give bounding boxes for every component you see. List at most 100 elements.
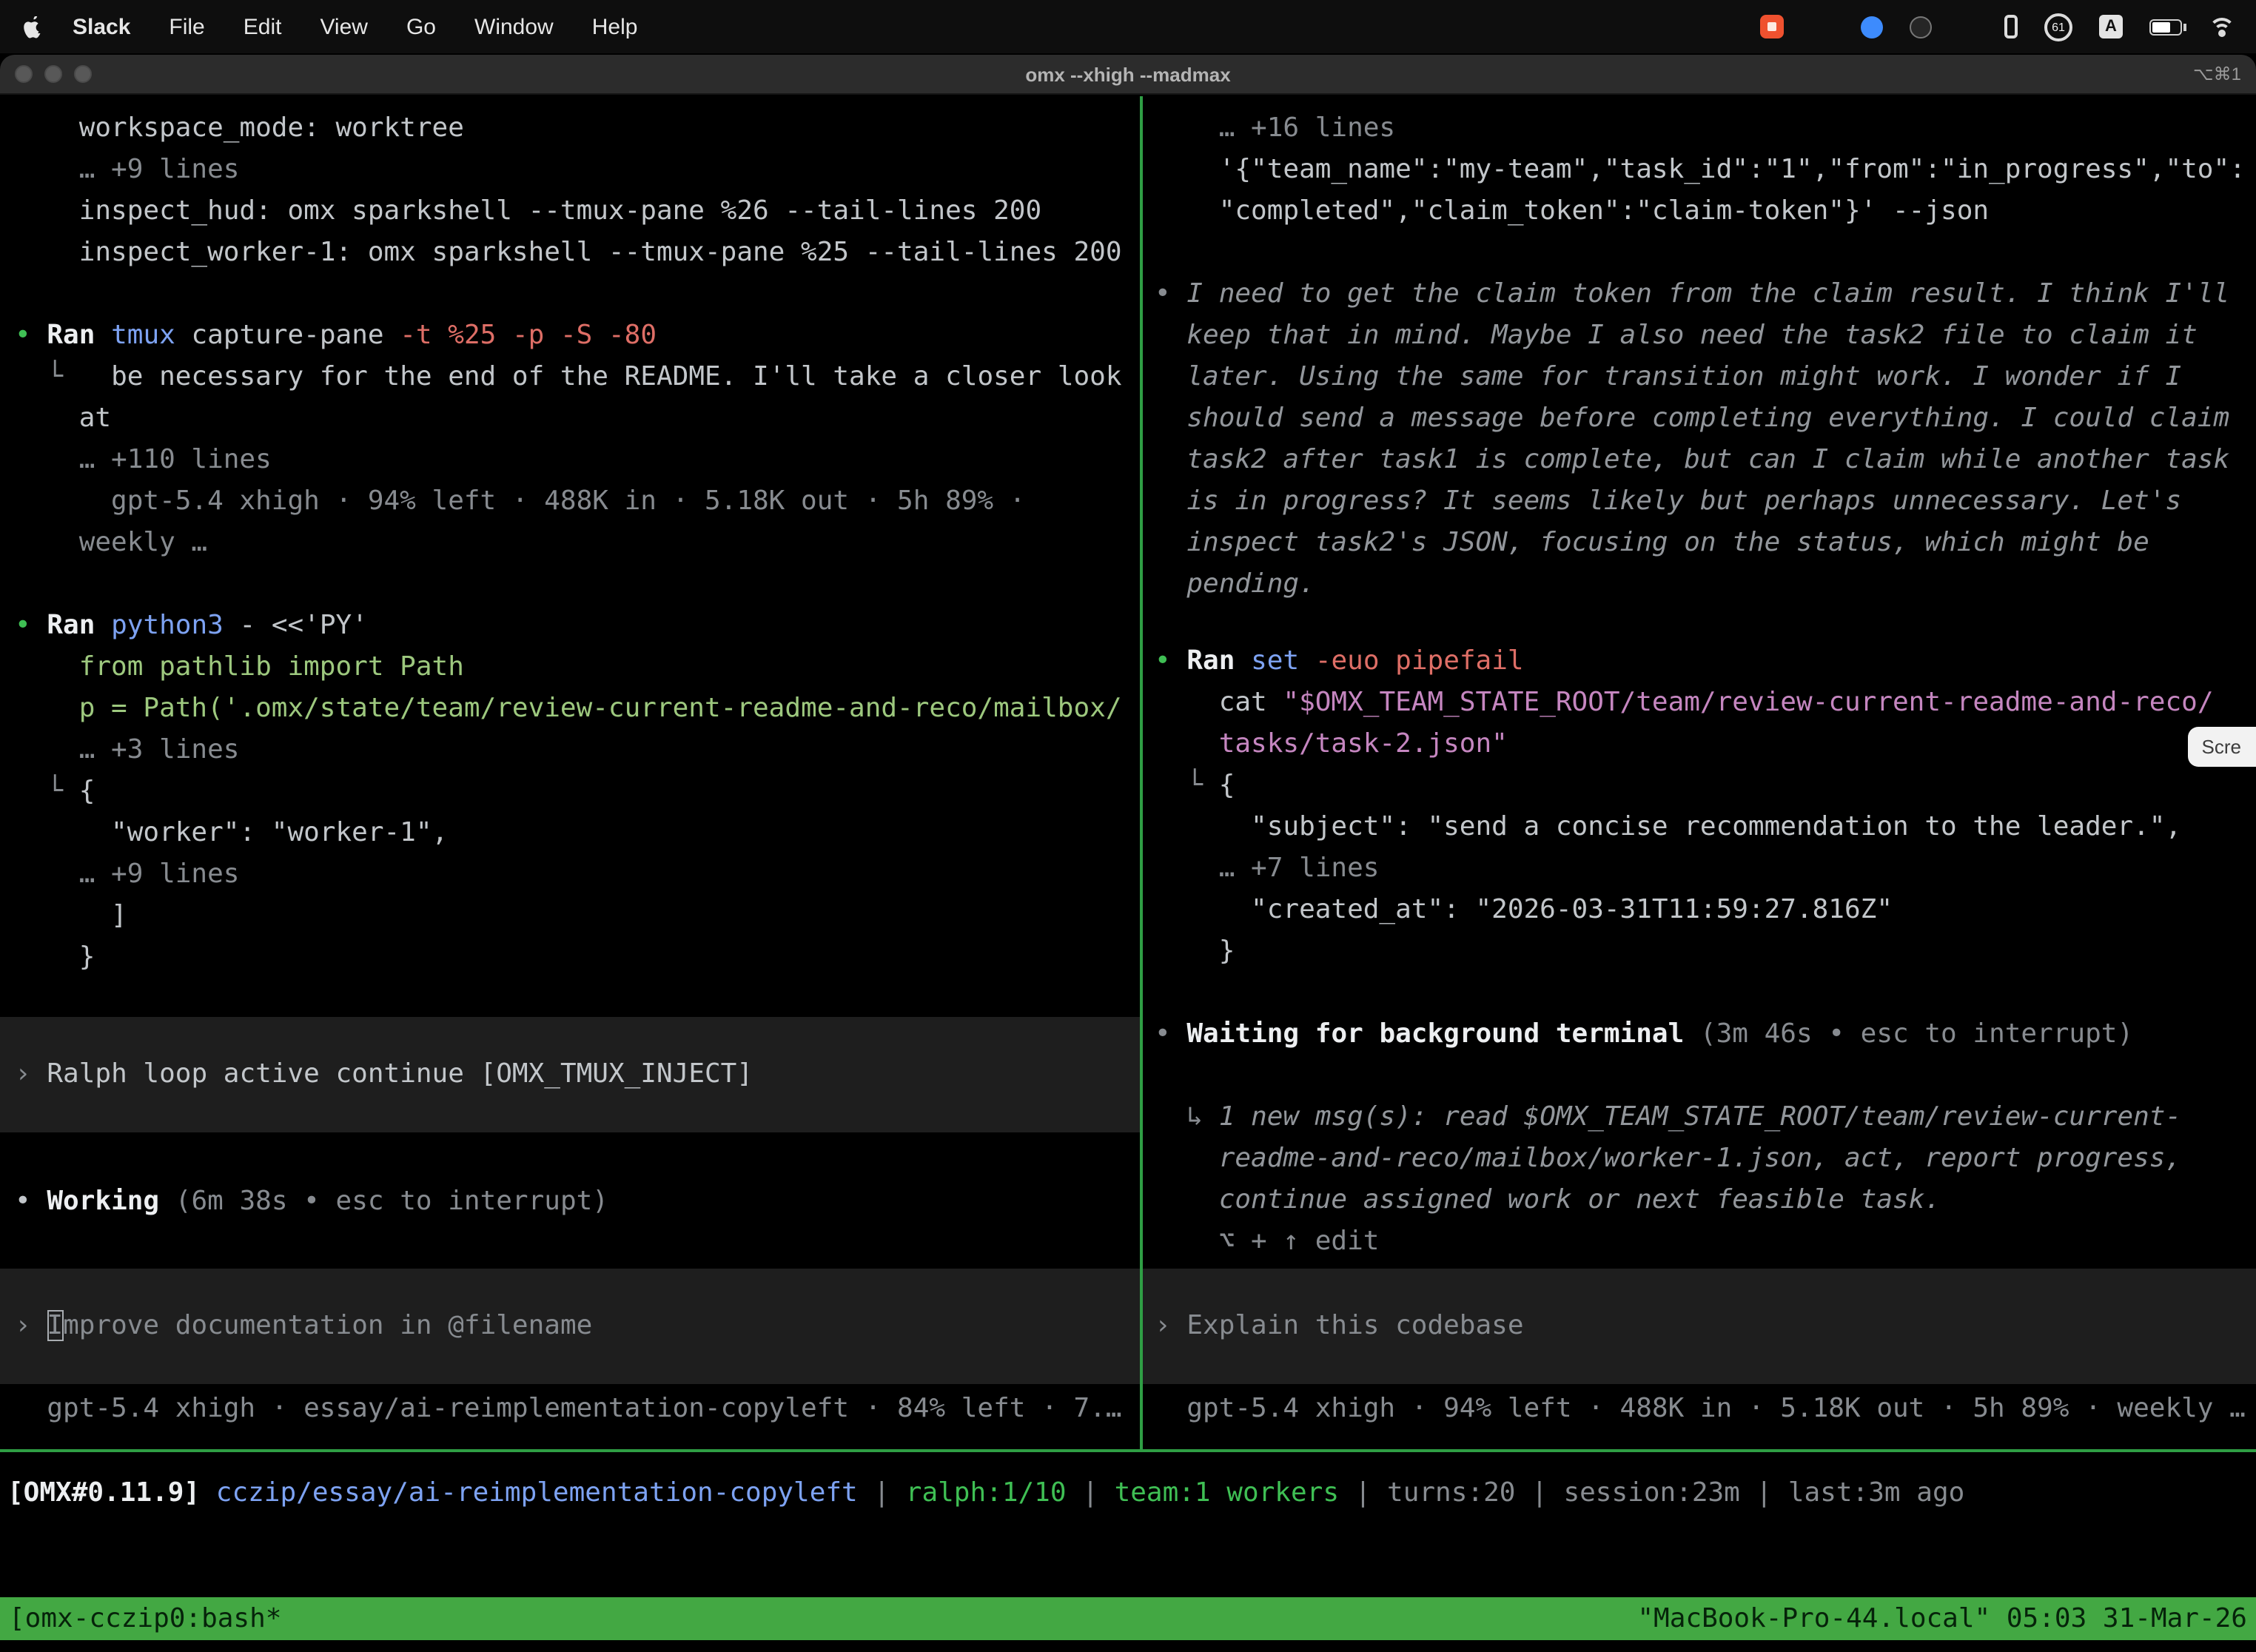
terminal-line: is in progress? It seems likely but perh…: [1155, 481, 2256, 523]
menu-help[interactable]: Help: [592, 14, 638, 39]
terminal-line: "worker": "worker-1",: [15, 813, 1140, 854]
close-button[interactable]: [15, 65, 33, 83]
ralph-loop-banner[interactable]: › Ralph loop active continue [OMX_TMUX_I…: [0, 1017, 1140, 1132]
terminal-line: inspect_hud: omx sparkshell --tmux-pane …: [15, 191, 1140, 232]
terminal-line: tasks/task-2.json": [1155, 724, 2256, 765]
terminal-line: ↳ 1 new msg(s): read $OMX_TEAM_STATE_ROO…: [1155, 1097, 2256, 1138]
terminal-line: • Ran python3 - <<'PY': [15, 605, 1140, 647]
terminal-line: later. Using the same for transition mig…: [1155, 357, 2256, 398]
menu-items: File Edit View Go Window Help: [169, 14, 637, 39]
terminal-line: "completed","claim_token":"claim-token"}…: [1155, 191, 2256, 232]
terminal-line: … +9 lines: [15, 854, 1140, 896]
traffic-lights: [15, 65, 92, 83]
terminal-line: … +3 lines: [15, 730, 1140, 771]
menu-bar: Slack File Edit View Go Window Help 61 A: [0, 0, 2256, 53]
menu-file[interactable]: File: [169, 14, 204, 39]
prompt-input-right[interactable]: › Explain this codebase: [1143, 1269, 2256, 1384]
terminal-line: › Improve documentation in @filename: [15, 1306, 1140, 1347]
mailbox-message: ↳ 1 new msg(s): read $OMX_TEAM_STATE_ROO…: [1155, 1097, 2256, 1263]
terminal-line: "subject": "send a concise recommendatio…: [1155, 807, 2256, 848]
zoom-button[interactable]: [74, 65, 92, 83]
terminal-line: • Working (6m 38s • esc to interrupt): [15, 1181, 1140, 1223]
terminal-line: from pathlib import Path: [15, 647, 1140, 688]
ran-cat-task-json: • Ran set -euo pipefail cat "$OMX_TEAM_S…: [1155, 641, 2256, 973]
menu-view[interactable]: View: [320, 14, 368, 39]
terminal-line: continue assigned work or next feasible …: [1155, 1180, 2256, 1221]
input-source-icon[interactable]: A: [2099, 15, 2123, 38]
terminal-line: inspect_worker-1: omx sparkshell --tmux-…: [15, 232, 1140, 274]
terminal-line: weekly …: [15, 523, 1140, 564]
terminal-line: • I need to get the claim token from the…: [1155, 274, 2256, 315]
terminal-line: └ {: [15, 771, 1140, 813]
terminal-content: workspace_mode: worktree … +9 lines insp…: [0, 96, 2256, 1652]
terminal-line: cat "$OMX_TEAM_STATE_ROOT/team/review-cu…: [1155, 682, 2256, 724]
terminal-line: pending.: [1155, 564, 2256, 605]
terminal-line: › Explain this codebase: [1155, 1306, 2256, 1347]
menu-bar-icons: 61 A: [1760, 13, 2235, 41]
right-pane[interactable]: … +16 lines '{"team_name":"my-team","tas…: [1143, 96, 2256, 1449]
terminal-line: └ be necessary for the end of the README…: [15, 357, 1140, 398]
menu-window[interactable]: Window: [474, 14, 554, 39]
bottom-pane: [OMX#0.11.9] cczip/essay/ai-reimplementa…: [0, 1452, 2256, 1594]
terminal-line: › Ralph loop active continue [OMX_TMUX_I…: [15, 1054, 1140, 1095]
working-status: • Working (6m 38s • esc to interrupt): [15, 1181, 1140, 1223]
terminal-line: inspect task2's JSON, focusing on the st…: [1155, 523, 2256, 564]
terminal-line: ⌥ + ↑ edit: [1155, 1221, 2256, 1263]
device-icon[interactable]: [2004, 15, 2018, 38]
prompt-input-left[interactable]: › Improve documentation in @filename: [0, 1269, 1140, 1384]
terminal-line: … +7 lines: [1155, 848, 2256, 890]
title-bar[interactable]: omx --xhigh --madmax ⌥⌘1: [0, 55, 2256, 95]
terminal-line: readme-and-reco/mailbox/worker-1.json, a…: [1155, 1138, 2256, 1180]
terminal-line: }: [1155, 931, 2256, 973]
terminal-line: … +110 lines: [15, 440, 1140, 481]
tmux-status-bar: [omx-cczip0:bash* "MacBook-Pro-44.local"…: [0, 1597, 2256, 1640]
dots-grid-icon[interactable]: [1958, 17, 1978, 36]
ran-tmux-capture-pane: • Ran tmux capture-pane -t %25 -p -S -80…: [15, 315, 1140, 564]
terminal-line: '{"team_name":"my-team","task_id":"1","f…: [1155, 150, 2256, 191]
model-status-left: gpt-5.4 xhigh · essay/ai-reimplementatio…: [15, 1389, 1140, 1430]
terminal-line: └ {: [1155, 765, 2256, 807]
session-config-output: workspace_mode: worktree … +9 lines insp…: [15, 108, 1140, 274]
app-menu-slack[interactable]: Slack: [73, 14, 130, 39]
terminal-line: gpt-5.4 xhigh · 94% left · 488K in · 5.1…: [15, 481, 1140, 523]
terminal-line: • Waiting for background terminal (3m 46…: [1155, 1014, 2256, 1055]
terminal-line: should send a message before completing …: [1155, 398, 2256, 440]
terminal-line: • Ran tmux capture-pane -t %25 -p -S -80: [15, 315, 1140, 357]
desktop: Slack File Edit View Go Window Help 61 A omx …: [0, 0, 2256, 1652]
window-shortcut: ⌥⌘1: [2193, 64, 2241, 84]
apple-icon: [21, 16, 43, 38]
app-icon-dark[interactable]: [1910, 16, 1932, 38]
model-status-right: gpt-5.4 xhigh · 94% left · 488K in · 5.1…: [1155, 1389, 2256, 1430]
terminal-line: workspace_mode: worktree: [15, 108, 1140, 150]
app-icon-blue[interactable]: [1861, 16, 1883, 38]
terminal-window: omx --xhigh --madmax ⌥⌘1 workspace_mode:…: [0, 55, 2256, 1652]
terminal-line: … +9 lines: [15, 150, 1140, 191]
command-tail-output: … +16 lines '{"team_name":"my-team","tas…: [1155, 108, 2256, 232]
battery-icon[interactable]: [2149, 19, 2182, 35]
grid-icon[interactable]: [1810, 15, 1834, 38]
menu-edit[interactable]: Edit: [244, 14, 282, 39]
thinking-block: • I need to get the claim token from the…: [1155, 274, 2256, 605]
terminal-line: … +16 lines: [1155, 108, 2256, 150]
terminal-line: at: [15, 398, 1140, 440]
tmux-host-clock: "MacBook-Pro-44.local" 05:03 31-Mar-26: [1637, 1597, 2247, 1640]
screen-recording-icon[interactable]: [1760, 15, 1784, 38]
menu-go[interactable]: Go: [406, 14, 436, 39]
screen-share-tab[interactable]: Scre: [2189, 727, 2256, 767]
terminal-line: task2 after task1 is complete, but can I…: [1155, 440, 2256, 481]
terminal-line: ]: [15, 896, 1140, 937]
waiting-status: • Waiting for background terminal (3m 46…: [1155, 1014, 2256, 1055]
minimize-button[interactable]: [44, 65, 62, 83]
left-pane[interactable]: workspace_mode: worktree … +9 lines insp…: [0, 96, 1140, 1449]
omx-session-status: [OMX#0.11.9] cczip/essay/ai-reimplementa…: [7, 1473, 2256, 1514]
terminal-line: "created_at": "2026-03-31T11:59:27.816Z": [1155, 890, 2256, 931]
ran-python3-heredoc: • Ran python3 - <<'PY' from pathlib impo…: [15, 605, 1140, 978]
apple-menu[interactable]: [21, 16, 43, 38]
terminal-line: }: [15, 937, 1140, 978]
window-title: omx --xhigh --madmax: [0, 63, 2256, 85]
badge-61-icon[interactable]: 61: [2044, 13, 2072, 41]
tmux-session-label: [omx-cczip0:bash*: [9, 1597, 281, 1640]
terminal-line: gpt-5.4 xhigh · 94% left · 488K in · 5.1…: [1155, 1389, 2256, 1430]
wifi-icon[interactable]: [2209, 17, 2235, 36]
terminal-line: • Ran set -euo pipefail: [1155, 641, 2256, 682]
